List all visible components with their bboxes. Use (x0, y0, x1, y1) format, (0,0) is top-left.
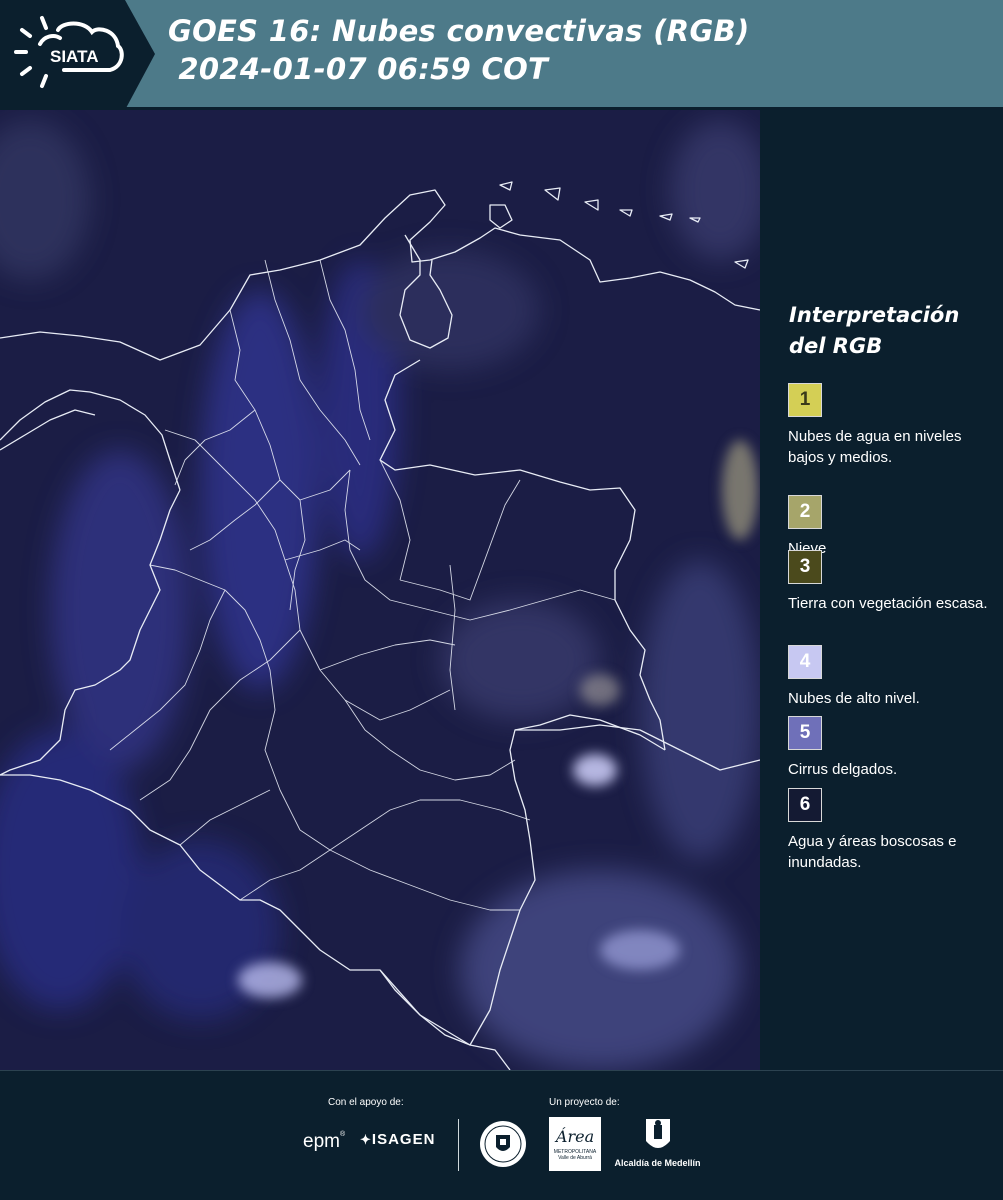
legend-description: Cirrus delgados. (788, 761, 898, 778)
siata-logo-text: SIATA (50, 47, 98, 66)
alcaldia-shield-icon (645, 1119, 670, 1148)
header: SIATA GOES 16: Nubes convectivas (RGB) 2… (0, 0, 1003, 110)
legend-panel: Interpretación del RGB 1 Nubes de agua en… (760, 110, 1003, 1070)
legend-item-1: 1 Nubes de agua en niveles bajos y medios… (788, 383, 998, 468)
legend-swatch: 2 (788, 495, 822, 529)
legend-item-4: 4 Nubes de alto nivel. (788, 645, 998, 709)
page-title: GOES 16: Nubes convectivas (RGB) 2024-01… (168, 12, 750, 88)
legend-title: Interpretación del RGB (789, 303, 960, 358)
project-label: Un proyecto de: (549, 1097, 620, 1108)
legend-item-6: 6 Agua y áreas boscosas e inundadas. (788, 788, 998, 873)
area-logo-sub2: Valle de Aburrá (558, 1155, 592, 1161)
alcaldia-medellin-logo[interactable]: Alcaldía de Medellín (610, 1117, 705, 1168)
epm-logo[interactable]: epm® (303, 1131, 345, 1153)
medellin-seal-icon (480, 1121, 526, 1167)
area-metropolitana-logo[interactable]: Área METROPOLITANA Valle de Aburrá (549, 1117, 601, 1171)
legend-item-5: 5 Cirrus delgados. (788, 716, 998, 780)
alcaldia-logo-text: Alcaldía de Medellín (614, 1158, 701, 1168)
legend-description: Agua y áreas boscosas e inundadas. (788, 833, 957, 871)
legend-swatch: 5 (788, 716, 822, 750)
legend-swatch: 3 (788, 550, 822, 584)
isagen-logo[interactable]: ✦ISAGEN (360, 1131, 435, 1148)
siata-logo-shape: SIATA (0, 0, 155, 110)
medellin-seal-logo[interactable] (478, 1119, 528, 1174)
legend-swatch: 4 (788, 645, 822, 679)
satellite-map[interactable] (0, 110, 760, 1070)
title-datetime: 2024-01-07 06:59 COT (168, 52, 549, 86)
support-label: Con el apoyo de: (328, 1097, 404, 1108)
legend-description: Nubes de alto nivel. (788, 690, 920, 707)
isagen-icon: ✦ (360, 1132, 372, 1147)
legend-item-3: 3 Tierra con vegetación escasa. (788, 550, 998, 614)
isagen-logo-text: ISAGEN (371, 1131, 436, 1148)
area-logo-text: Área (555, 1127, 595, 1146)
siata-logo[interactable]: SIATA (0, 0, 155, 110)
legend-description: Tierra con vegetación escasa. (788, 595, 988, 612)
epm-logo-text: epm (303, 1131, 340, 1152)
footer: Con el apoyo de: Un proyecto de: epm® ✦I… (0, 1070, 1003, 1200)
legend-swatch: 1 (788, 383, 822, 417)
legend-description: Nubes de agua en niveles bajos y medios. (788, 428, 962, 466)
footer-divider (458, 1119, 459, 1171)
satellite-map-svg[interactable] (0, 110, 760, 1070)
legend-swatch: 6 (788, 788, 822, 822)
title-line-1: GOES 16: Nubes convectivas (RGB) (168, 14, 750, 48)
